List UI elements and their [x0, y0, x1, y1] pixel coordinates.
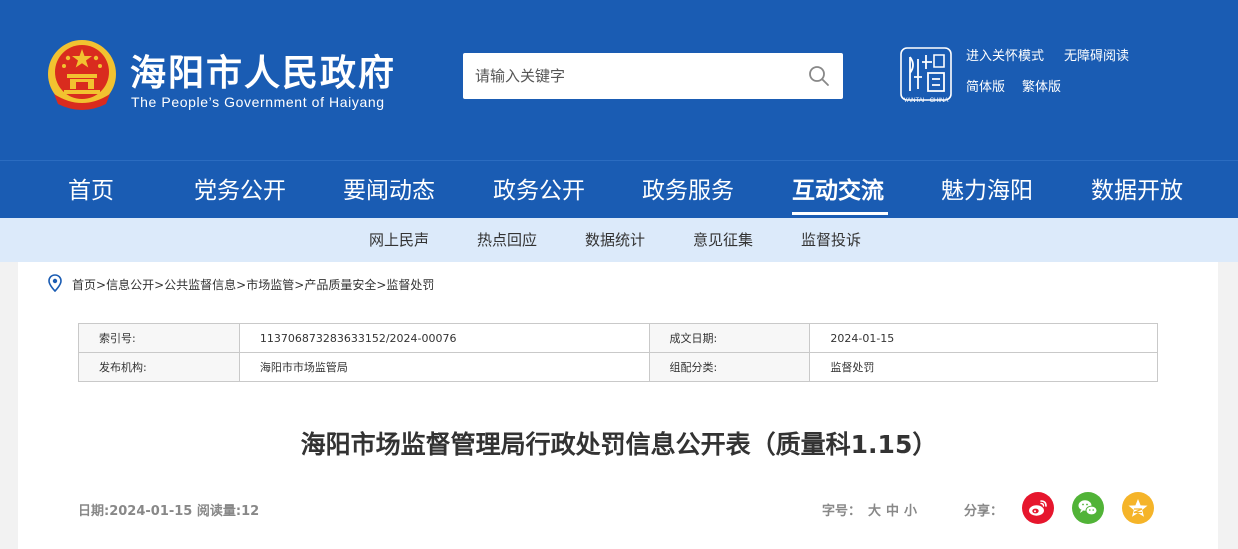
- date-value: 2024-01-15: [809, 323, 1158, 353]
- location-pin-icon: [48, 274, 62, 292]
- yantai-logo-caption: YANTAI · CHINA: [903, 98, 949, 104]
- breadcrumb-market-regulation[interactable]: 市场监管: [246, 278, 294, 292]
- category-value: 监督处罚: [809, 352, 1158, 382]
- site-header: 海阳市人民政府 The People’s Government of Haiya…: [0, 0, 1238, 160]
- breadcrumb-separator: >: [376, 278, 387, 292]
- nav-news[interactable]: 要闻动态: [343, 161, 435, 219]
- breadcrumb-separator: >: [96, 278, 107, 292]
- breadcrumb: 首页>信息公开>公共监督信息>市场监管>产品质量安全>监督处罚: [72, 276, 434, 293]
- nav-charm-haiyang[interactable]: 魅力海阳: [941, 161, 1033, 219]
- article-title: 海阳市场监督管理局行政处罚信息公开表（质量科1.15）: [300, 430, 938, 459]
- table-row: 发布机构: 海阳市市场监管局 组配分类: 监督处罚: [78, 352, 1158, 382]
- font-size-large-button[interactable]: 大: [868, 500, 881, 519]
- breadcrumb-separator: >: [294, 278, 305, 292]
- national-emblem-icon: [48, 40, 116, 110]
- search-input[interactable]: [463, 53, 793, 99]
- document-meta-table: 索引号: 113706873283633152/2024-00076 成文日期:…: [78, 323, 1158, 382]
- breadcrumb-product-quality[interactable]: 产品质量安全: [304, 278, 376, 292]
- font-size-label: 字号：: [822, 504, 862, 519]
- simplified-chinese-link[interactable]: 简体版: [966, 76, 1005, 95]
- accessible-reading-link[interactable]: 无障碍阅读: [1064, 45, 1129, 64]
- weibo-icon: [1029, 500, 1047, 516]
- wechat-icon: [1078, 500, 1098, 516]
- font-size-medium-button[interactable]: 中: [886, 500, 899, 519]
- traditional-chinese-link[interactable]: 繁体版: [1022, 76, 1061, 95]
- subnav-supervision-complaint[interactable]: 监督投诉: [801, 218, 861, 262]
- breadcrumb-public-supervision[interactable]: 公共监督信息: [164, 278, 236, 292]
- nav-interaction[interactable]: 互动交流: [792, 161, 884, 219]
- main-nav: 首页 党务公开 要闻动态 政务公开 政务服务 互动交流 魅力海阳 数据开放: [0, 160, 1238, 218]
- yantai-china-logo-icon: [900, 47, 952, 101]
- breadcrumb-home[interactable]: 首页: [72, 278, 96, 292]
- subnav-statistics[interactable]: 数据统计: [585, 218, 645, 262]
- share-weibo-button[interactable]: [1022, 492, 1054, 524]
- breadcrumb-supervision-penalty[interactable]: 监督处罚: [386, 278, 434, 292]
- font-size-small-button[interactable]: 小: [904, 500, 917, 519]
- nav-home[interactable]: 首页: [68, 161, 114, 219]
- nav-active-indicator: [792, 212, 888, 215]
- table-row: 索引号: 113706873283633152/2024-00076 成文日期:…: [78, 323, 1158, 353]
- site-subtitle: The People’s Government of Haiyang: [131, 94, 385, 110]
- subnav-opinion-collection[interactable]: 意见征集: [693, 218, 753, 262]
- subnav-hot-response[interactable]: 热点回应: [477, 218, 537, 262]
- search-box: [463, 53, 843, 99]
- index-value: 113706873283633152/2024-00076: [238, 323, 650, 353]
- subnav-online-voice[interactable]: 网上民声: [369, 218, 429, 262]
- index-label: 索引号:: [78, 323, 240, 353]
- breadcrumb-separator: >: [154, 278, 165, 292]
- nav-party-affairs[interactable]: 党务公开: [194, 161, 286, 219]
- sub-nav: 网上民声 热点回应 数据统计 意见征集 监督投诉: [0, 218, 1238, 262]
- search-icon[interactable]: [807, 64, 831, 88]
- nav-gov-services[interactable]: 政务服务: [642, 161, 734, 219]
- nav-open-data[interactable]: 数据开放: [1091, 161, 1183, 219]
- category-label: 组配分类:: [648, 352, 811, 382]
- org-value: 海阳市市场监管局: [238, 352, 650, 382]
- site-title: 海阳市人民政府: [130, 53, 397, 94]
- date-label: 成文日期:: [648, 323, 811, 353]
- share-wechat-button[interactable]: [1072, 492, 1104, 524]
- qzone-icon: [1128, 499, 1148, 517]
- article-date-views: 日期:2024-01-15 阅读量:12: [78, 504, 260, 519]
- breadcrumb-separator: >: [236, 278, 247, 292]
- care-mode-link[interactable]: 进入关怀模式: [966, 45, 1044, 64]
- nav-gov-affairs[interactable]: 政务公开: [493, 161, 585, 219]
- share-label: 分享：: [964, 504, 1004, 519]
- share-qzone-button[interactable]: [1122, 492, 1154, 524]
- org-label: 发布机构:: [78, 352, 240, 382]
- breadcrumb-info-disclosure[interactable]: 信息公开: [106, 278, 154, 292]
